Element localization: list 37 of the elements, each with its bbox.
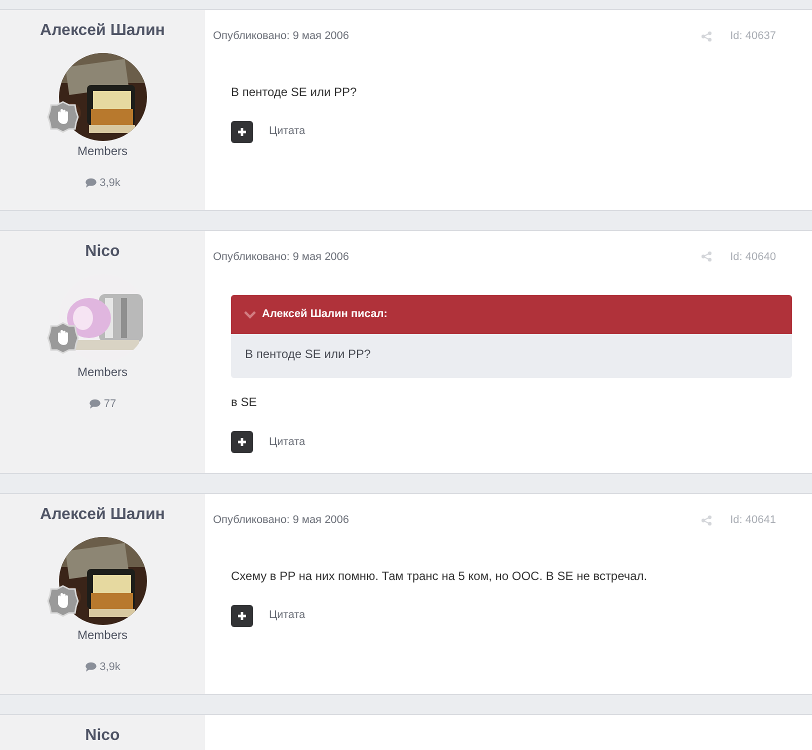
quote-author: Алексей Шалин писал: bbox=[262, 307, 388, 322]
author-name[interactable]: Алексей Шалин bbox=[40, 20, 165, 42]
post-count: 3,9k bbox=[100, 176, 120, 191]
post-count: 77 bbox=[104, 396, 116, 412]
hand-badge-icon bbox=[46, 101, 78, 133]
plus-button[interactable] bbox=[231, 604, 253, 626]
comment-icon bbox=[84, 178, 97, 188]
plus-button[interactable] bbox=[231, 120, 253, 142]
share-icon[interactable] bbox=[701, 251, 712, 262]
quote-link[interactable]: Цитата bbox=[269, 123, 306, 140]
author-name[interactable]: Nico bbox=[85, 240, 120, 262]
author-name[interactable]: Nico bbox=[85, 724, 120, 750]
plus-button[interactable] bbox=[231, 431, 253, 453]
post-text: В пентоде SE или PP? bbox=[231, 84, 358, 98]
author-name[interactable]: Алексей Шалин bbox=[40, 504, 165, 526]
post-count: 3,9k bbox=[100, 660, 120, 675]
plus-icon bbox=[237, 126, 247, 136]
member-group: Members bbox=[77, 364, 128, 380]
plus-icon bbox=[237, 437, 247, 447]
plus-icon bbox=[237, 610, 247, 620]
member-group: Members bbox=[77, 627, 128, 643]
chevron-down-icon[interactable] bbox=[244, 310, 256, 318]
post-text: в SE bbox=[231, 395, 258, 409]
quote-link[interactable]: Цитата bbox=[269, 434, 306, 450]
comment-icon bbox=[88, 398, 101, 409]
share-icon[interactable] bbox=[701, 30, 712, 42]
post-date: Опубликовано: 9 мая 2006 bbox=[213, 250, 350, 264]
quote-link[interactable]: Цитата bbox=[269, 607, 306, 624]
hand-badge-icon bbox=[46, 322, 78, 354]
post-text: Схему в PP на них помню. Там транс на 5 ком, но ООС. В SE не встречал. bbox=[231, 568, 648, 582]
member-group: Members bbox=[77, 143, 128, 159]
share-icon[interactable] bbox=[701, 514, 712, 526]
post-date: Опубликовано: 9 мая 2006 bbox=[213, 29, 350, 44]
hand-badge-icon bbox=[46, 585, 78, 617]
comment-icon bbox=[84, 662, 97, 672]
quote-text: В пентоде SE или PP? bbox=[244, 346, 372, 363]
post-date: Опубликовано: 9 мая 2006 bbox=[213, 513, 350, 528]
